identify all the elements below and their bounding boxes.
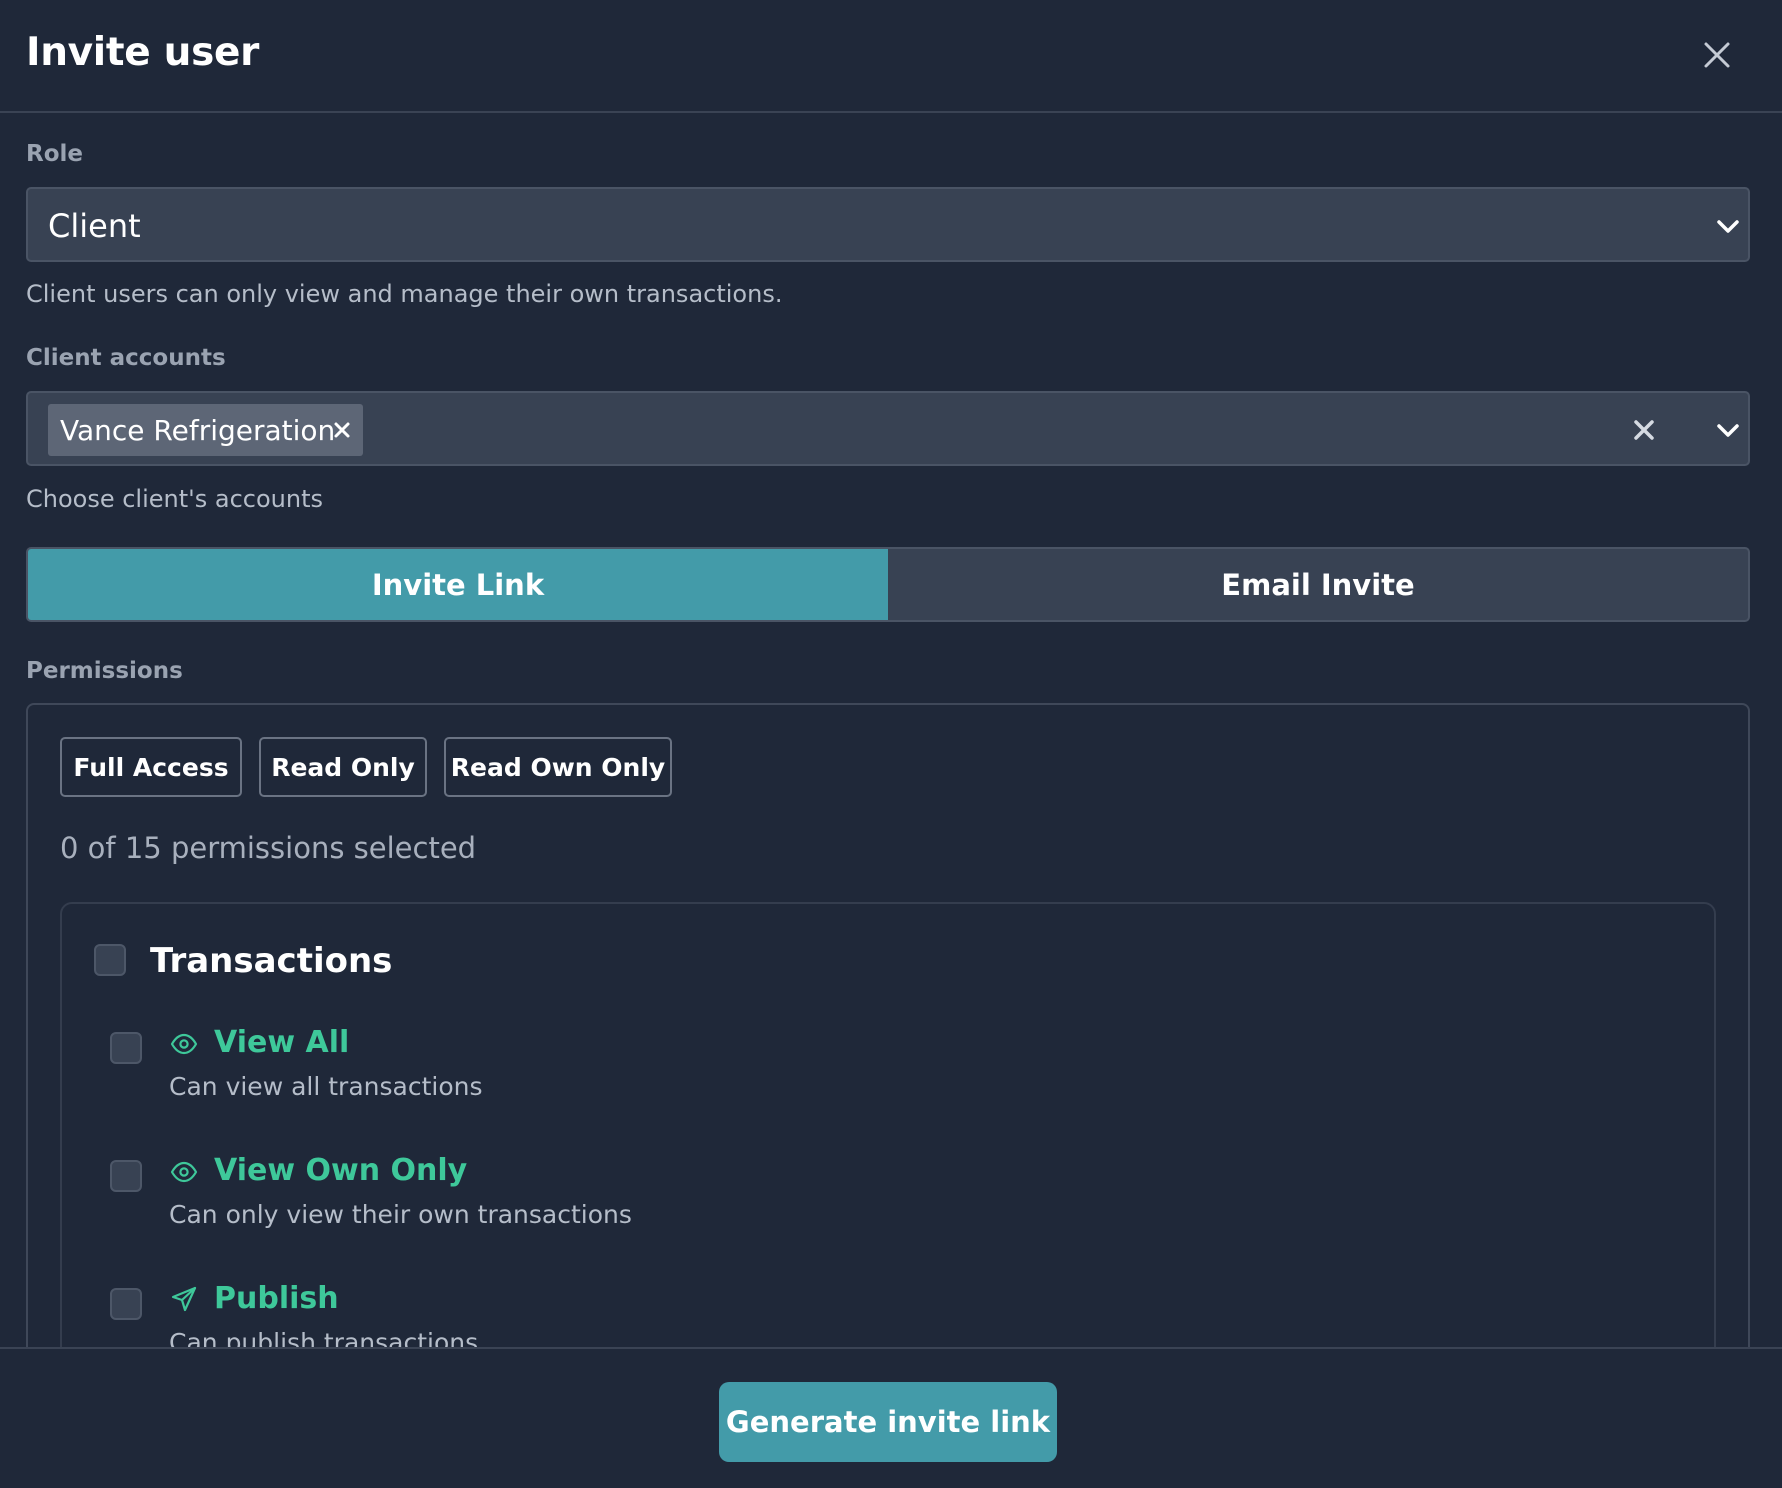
eye-icon <box>170 1161 198 1183</box>
role-help-text: Client users can only view and manage th… <box>26 280 783 308</box>
tab-email-invite[interactable]: Email Invite <box>888 549 1748 620</box>
permission-checkbox-view-own-only[interactable] <box>110 1160 142 1192</box>
client-accounts-select[interactable]: Vance Refrigeration <box>26 391 1750 466</box>
permission-checkbox-publish[interactable] <box>110 1288 142 1320</box>
permissions-count: 0 of 15 permissions selected <box>60 831 477 865</box>
invite-method-tabs: Invite Link Email Invite <box>26 547 1750 622</box>
permissions-label: Permissions <box>26 658 183 684</box>
client-accounts-label: Client accounts <box>26 345 226 371</box>
permission-name: View Own Only <box>214 1153 468 1188</box>
permission-group-transactions: Transactions View All Can view all trans… <box>60 902 1716 1347</box>
role-label: Role <box>26 141 83 167</box>
clear-selection-icon[interactable] <box>1630 416 1658 444</box>
generate-invite-link-button[interactable]: Generate invite link <box>719 1382 1057 1462</box>
close-icon <box>1704 42 1730 68</box>
tab-invite-link[interactable]: Invite Link <box>28 549 888 620</box>
permission-name: View All <box>214 1025 350 1060</box>
role-select-value: Client <box>48 207 141 245</box>
close-button[interactable] <box>1698 36 1736 74</box>
role-select[interactable]: Client <box>26 187 1750 262</box>
permission-checkbox-view-all[interactable] <box>110 1032 142 1064</box>
permission-name: Publish <box>214 1281 339 1316</box>
permissions-panel: Full Access Read Only Read Own Only 0 of… <box>26 703 1750 1347</box>
chevron-down-icon[interactable] <box>1712 415 1744 447</box>
account-chip-label: Vance Refrigeration <box>60 414 336 447</box>
remove-chip-icon[interactable] <box>331 419 353 441</box>
permission-description: Can view all transactions <box>169 1072 483 1101</box>
dialog-body[interactable]: Role Client Client users can only view a… <box>0 113 1782 1347</box>
eye-icon <box>170 1033 198 1055</box>
group-title: Transactions <box>150 941 393 981</box>
read-own-only-button[interactable]: Read Own Only <box>444 737 672 797</box>
client-accounts-help-text: Choose client's accounts <box>26 485 323 513</box>
dialog-footer: Generate invite link <box>0 1347 1782 1488</box>
read-only-button[interactable]: Read Only <box>259 737 427 797</box>
dialog-header: Invite user <box>0 0 1782 113</box>
account-chip: Vance Refrigeration <box>48 404 363 456</box>
dialog-title: Invite user <box>26 30 260 75</box>
permission-description: Can only view their own transactions <box>169 1200 632 1229</box>
full-access-button[interactable]: Full Access <box>60 737 242 797</box>
send-icon <box>171 1286 197 1312</box>
chevron-down-icon <box>1717 220 1739 233</box>
group-checkbox-transactions[interactable] <box>94 944 126 976</box>
permission-description: Can publish transactions <box>169 1328 479 1347</box>
